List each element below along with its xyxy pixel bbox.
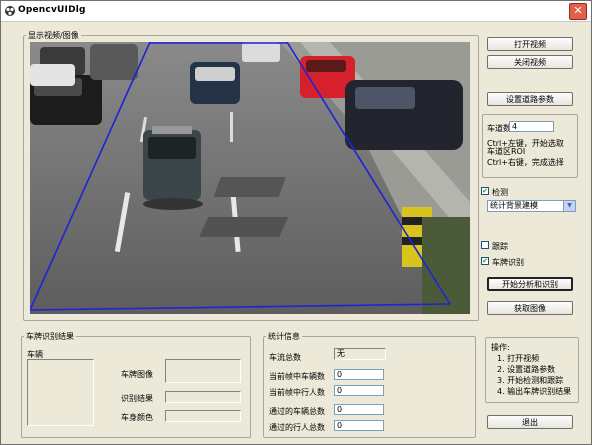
chevron-down-icon[interactable]: ▼ (563, 201, 575, 211)
passed-vehicles-label: 通过的车辆总数 (269, 407, 325, 416)
track-checkbox[interactable] (481, 241, 489, 249)
window-title: OpencvUIDlg (18, 5, 86, 15)
detect-method-select[interactable]: 统计背景建模 ▼ (487, 200, 576, 212)
frame-vehicles-field[interactable]: 0 (334, 369, 384, 380)
set-road-params-button[interactable]: 设置道路参数 (487, 92, 573, 106)
plate-recognition-label: 车牌识别 (492, 258, 524, 267)
open-video-button[interactable]: 打开视频 (487, 37, 573, 51)
instruction-item: 1. 打开视频 (497, 354, 540, 363)
get-image-button[interactable]: 获取图像 (487, 301, 573, 315)
title-bar[interactable]: OpencvUIDlg ✕ (1, 1, 591, 22)
body-color-box (165, 410, 241, 422)
instruction-item: 2. 设置道路参数 (497, 365, 556, 374)
start-analysis-button[interactable]: 开始分析和识别 (487, 277, 573, 291)
display-group-label: 显示视频/图像 (26, 30, 81, 41)
recognition-result-box (165, 391, 241, 403)
exit-button[interactable]: 退出 (487, 415, 573, 429)
roi-hint-start-2: 车道区ROI (487, 147, 526, 156)
passed-pedestrians-field[interactable]: 0 (334, 420, 384, 431)
frame-pedestrians-label: 当前帧中行人数 (269, 388, 325, 397)
plate-recognition-checkbox[interactable]: ✔ (481, 257, 489, 265)
stats-group-label: 统计信息 (266, 331, 302, 342)
track-label: 跟踪 (492, 242, 508, 251)
plate-result-group-label: 车牌识别结果 (24, 331, 76, 342)
passed-pedestrians-label: 通过的行人总数 (269, 423, 325, 432)
lane-count-field[interactable]: 4 (509, 121, 554, 132)
vehicle-image-box (27, 359, 94, 426)
flow-total-value: 无 (334, 348, 386, 360)
lane-count-label: 车道数 (487, 124, 511, 133)
video-frame-image (30, 42, 470, 314)
close-video-button[interactable]: 关闭视频 (487, 55, 573, 69)
instructions-title: 操作: (491, 343, 510, 352)
plate-image-label: 车牌图像 (121, 370, 153, 379)
video-display[interactable] (30, 42, 470, 314)
plate-image-box (165, 359, 241, 383)
flow-total-label: 车流总数 (269, 353, 301, 362)
detect-label: 检测 (492, 188, 508, 197)
frame-vehicles-label: 当前帧中车辆数 (269, 372, 325, 381)
body-color-label: 车身颜色 (121, 413, 153, 422)
detect-method-value: 统计背景建模 (490, 201, 538, 210)
instruction-item: 3. 开始检测和跟踪 (497, 376, 564, 385)
recognition-result-label: 识别结果 (121, 394, 153, 403)
close-icon[interactable]: ✕ (569, 3, 587, 20)
instruction-item: 4. 输出车牌识别结果 (497, 387, 572, 396)
app-icon (5, 6, 15, 16)
passed-vehicles-field[interactable]: 0 (334, 404, 384, 415)
detect-checkbox[interactable]: ✔ (481, 187, 489, 195)
frame-pedestrians-field[interactable]: 0 (334, 385, 384, 396)
roi-hint-finish: Ctrl+右键，完成选择 (487, 158, 564, 167)
main-window: OpencvUIDlg ✕ 显示视频/图像 打开视频 关闭视频 设置道路参数 车… (0, 0, 592, 445)
